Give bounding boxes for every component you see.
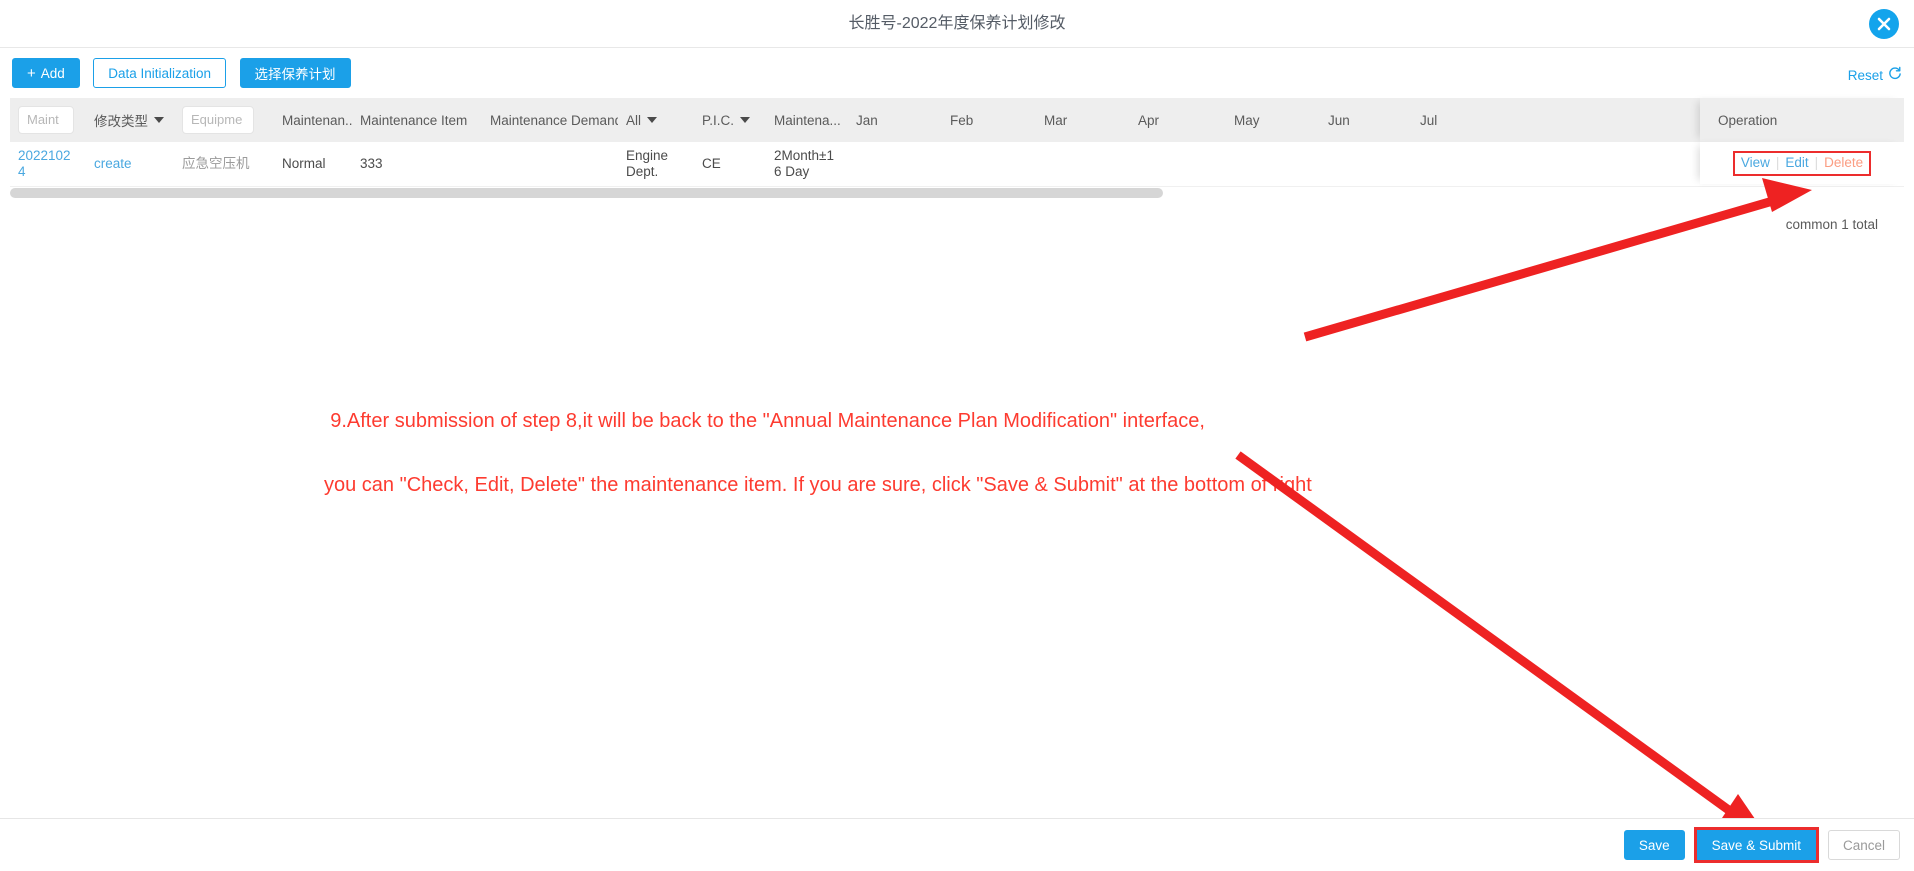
maintenance-plan-modification-window: 长胜号-2022年度保养计划修改 + Add Data Initializati… [0, 0, 1914, 871]
column-header-modify-type-label: 修改类型 [94, 114, 148, 129]
annotation-line-2: you can "Check, Edit, Delete" the mainte… [324, 474, 1312, 496]
cancel-button[interactable]: Cancel [1827, 830, 1900, 860]
chevron-down-icon[interactable] [154, 117, 164, 123]
cell-all: Engine Dept. [626, 148, 669, 179]
column-header-jan: Jan [856, 112, 878, 128]
save-submit-highlight: Save & Submit [1693, 827, 1819, 863]
column-header-all[interactable]: All [618, 98, 694, 142]
add-button-label: Add [40, 65, 65, 81]
column-header-feb: Feb [950, 112, 974, 128]
cell-operation: View | Edit | Delete [1700, 142, 1904, 184]
column-header-may: May [1234, 112, 1260, 128]
column-header-jun: Jun [1328, 112, 1350, 128]
refresh-icon [1887, 66, 1902, 84]
plus-icon: + [27, 64, 36, 82]
cell-jan [848, 158, 942, 170]
column-header-operation: Operation [1700, 98, 1904, 142]
reset-label: Reset [1847, 67, 1883, 83]
column-header-maint[interactable]: Maint [10, 98, 86, 142]
footer-action-bar: Save Save & Submit Cancel [0, 818, 1914, 871]
column-header-maintenance-item: Maintenance Item [360, 112, 468, 128]
select-maintenance-plan-button[interactable]: 选择保养计划 [239, 58, 351, 88]
cell-maintenance-demands [482, 158, 618, 170]
scrollbar-thumb[interactable] [10, 188, 1163, 198]
column-header-apr: Apr [1138, 112, 1160, 128]
cell-maintenance-item: 333 [360, 156, 383, 171]
cell-equipment: 应急空压机 [182, 156, 250, 171]
view-action[interactable]: View [1741, 155, 1770, 171]
equipment-filter-input[interactable]: Equipme [182, 106, 254, 134]
page-title: 长胜号-2022年度保养计划修改 [848, 15, 1066, 32]
action-toolbar: + Add Data Initialization 选择保养计划 Reset [0, 48, 1914, 98]
save-and-submit-button[interactable]: Save & Submit [1696, 830, 1816, 860]
action-separator: | [1775, 154, 1780, 170]
table-row[interactable]: 20221024 create 应急空压机 Normal 333 Engine … [10, 142, 1904, 187]
table-horizontal-scrollbar[interactable] [10, 187, 1904, 199]
cell-maintenance-interval: 2Month±16 Day [774, 148, 834, 179]
data-initialization-button[interactable]: Data Initialization [93, 58, 227, 88]
column-header-maintenance-demands: Maintenance Demands [490, 112, 618, 128]
column-header-modify-type[interactable]: 修改类型 [86, 98, 174, 142]
cell-pic: CE [702, 156, 721, 171]
annotation-text: 9.After submission of step 8,it will be … [308, 373, 1508, 565]
cell-apr [1130, 158, 1226, 170]
chevron-down-icon[interactable] [740, 117, 751, 123]
cell-maintenance-type: Normal [282, 156, 326, 171]
maint-filter-input[interactable]: Maint [18, 106, 74, 134]
column-header-maintenance-type: Maintenan... [282, 112, 352, 128]
window-titlebar: 长胜号-2022年度保养计划修改 [0, 0, 1914, 48]
column-header-mar: Mar [1044, 112, 1068, 128]
cell-mar [1036, 158, 1130, 170]
column-header-pic[interactable]: P.I.C. [694, 98, 766, 142]
reset-button[interactable]: Reset [1848, 66, 1902, 84]
column-header-all-label: All [626, 112, 642, 128]
cell-may [1226, 158, 1320, 170]
table-header-row: Maint 修改类型 Equipme Maintenan... Maintena… [10, 98, 1904, 142]
column-header-equipment[interactable]: Equipme [174, 98, 274, 142]
column-header-pic-label: P.I.C. [702, 112, 735, 128]
cell-jul [1412, 158, 1472, 170]
chevron-down-icon[interactable] [647, 117, 658, 123]
delete-action[interactable]: Delete [1824, 155, 1863, 171]
edit-action[interactable]: Edit [1785, 155, 1808, 171]
action-separator: | [1814, 154, 1819, 170]
record-total-label: common 1 total [1785, 217, 1878, 232]
row-actions-highlight: View | Edit | Delete [1732, 150, 1872, 176]
cell-feb [942, 158, 1036, 170]
table-body: 20221024 create 应急空压机 Normal 333 Engine … [10, 142, 1904, 187]
close-icon[interactable] [1869, 9, 1899, 39]
maintenance-table: Maint 修改类型 Equipme Maintenan... Maintena… [10, 98, 1904, 187]
column-header-jul: Jul [1420, 112, 1438, 128]
cell-maint-no[interactable]: 20221024 [10, 142, 86, 186]
annotation-line-1: 9.After submission of step 8,it will be … [330, 410, 1205, 432]
cell-jun [1320, 158, 1412, 170]
column-header-maintenance-interval: Maintena... [774, 112, 841, 128]
add-button[interactable]: + Add [12, 58, 80, 88]
cell-modify-type[interactable]: create [86, 150, 174, 178]
save-button[interactable]: Save [1623, 830, 1685, 860]
